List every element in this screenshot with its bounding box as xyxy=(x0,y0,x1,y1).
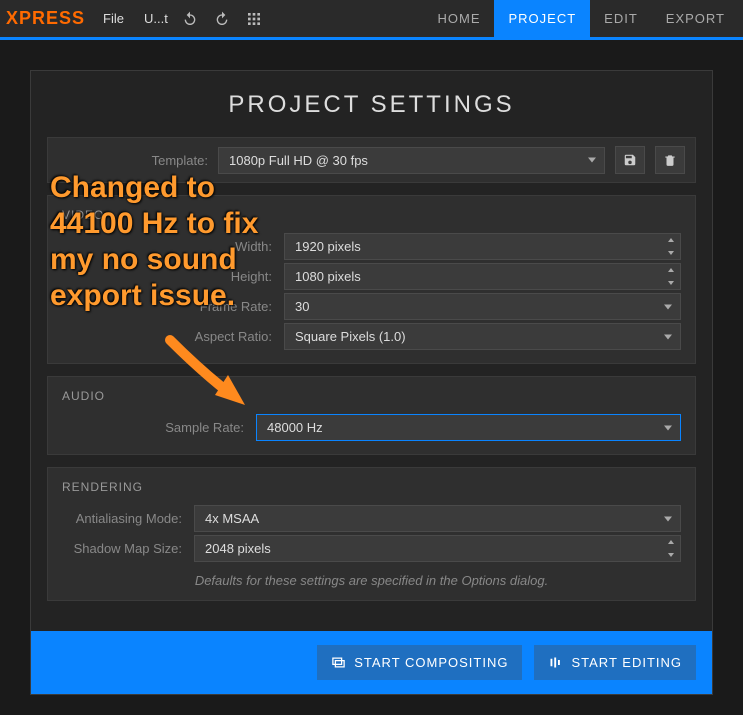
start-compositing-button[interactable]: START COMPOSITING xyxy=(317,645,522,680)
editing-icon xyxy=(548,655,563,670)
height-row: Height: 1080 pixels xyxy=(62,263,681,290)
aspect-select[interactable]: Square Pixels (1.0) xyxy=(284,323,681,350)
rendering-section: RENDERING Antialiasing Mode: 4x MSAA Sha… xyxy=(47,467,696,601)
sample-rate-select[interactable]: 48000 Hz xyxy=(256,414,681,441)
file-menu[interactable]: File xyxy=(95,7,132,30)
template-select[interactable]: 1080p Full HD @ 30 fps xyxy=(218,147,605,174)
tab-edit[interactable]: EDIT xyxy=(590,0,652,37)
grid-button[interactable] xyxy=(240,5,268,33)
shadow-input[interactable]: 2048 pixels xyxy=(194,535,681,562)
aa-row: Antialiasing Mode: 4x MSAA xyxy=(62,505,681,532)
grid-icon xyxy=(246,11,262,27)
fps-label: Frame Rate: xyxy=(62,299,272,314)
undo-icon xyxy=(182,11,198,27)
audio-section: AUDIO Sample Rate: 48000 Hz xyxy=(47,376,696,455)
save-label: U...t xyxy=(144,11,168,26)
tab-export[interactable]: EXPORT xyxy=(652,0,739,37)
chevron-down-icon xyxy=(664,425,672,430)
undo-button[interactable] xyxy=(176,5,204,33)
aspect-label: Aspect Ratio: xyxy=(62,329,272,344)
shadow-row: Shadow Map Size: 2048 pixels xyxy=(62,535,681,562)
sample-rate-label: Sample Rate: xyxy=(62,420,244,435)
brand-logo: XPRESS xyxy=(4,8,85,29)
aa-select[interactable]: 4x MSAA xyxy=(194,505,681,532)
tab-home[interactable]: HOME xyxy=(423,0,494,37)
redo-button[interactable] xyxy=(208,5,236,33)
delete-template-button[interactable] xyxy=(655,146,685,174)
template-value: 1080p Full HD @ 30 fps xyxy=(229,153,368,168)
trash-icon xyxy=(663,153,677,167)
video-head: VIDEO xyxy=(48,196,695,230)
chevron-down-icon xyxy=(664,334,672,339)
chevron-down-icon xyxy=(664,304,672,309)
chevron-down-icon xyxy=(664,516,672,521)
width-label: Width: xyxy=(62,239,272,254)
aspect-row: Aspect Ratio: Square Pixels (1.0) xyxy=(62,323,681,350)
height-label: Height: xyxy=(62,269,272,284)
save-menu[interactable]: U...t xyxy=(134,7,174,30)
height-input[interactable]: 1080 pixels xyxy=(284,263,681,290)
shadow-label: Shadow Map Size: xyxy=(62,541,182,556)
width-row: Width: 1920 pixels xyxy=(62,233,681,260)
chevron-down-icon xyxy=(588,158,596,163)
sample-rate-row: Sample Rate: 48000 Hz xyxy=(62,414,681,441)
footer-bar: START COMPOSITING START EDITING xyxy=(31,631,712,694)
template-row: Template: 1080p Full HD @ 30 fps xyxy=(47,137,696,183)
video-section: VIDEO Width: 1920 pixels Height: 1080 pi… xyxy=(47,195,696,364)
project-settings-panel: PROJECT SETTINGS Template: 1080p Full HD… xyxy=(30,70,713,695)
fps-select[interactable]: 30 xyxy=(284,293,681,320)
page-title: PROJECT SETTINGS xyxy=(31,71,712,137)
start-editing-button[interactable]: START EDITING xyxy=(534,645,696,680)
save-icon xyxy=(623,153,637,167)
fps-row: Frame Rate: 30 xyxy=(62,293,681,320)
defaults-note: Defaults for these settings are specifie… xyxy=(48,565,695,590)
redo-icon xyxy=(214,11,230,27)
aa-label: Antialiasing Mode: xyxy=(62,511,182,526)
tab-project[interactable]: PROJECT xyxy=(494,0,590,37)
audio-head: AUDIO xyxy=(48,377,695,411)
compositing-icon xyxy=(331,655,346,670)
width-input[interactable]: 1920 pixels xyxy=(284,233,681,260)
rendering-head: RENDERING xyxy=(48,468,695,502)
top-bar: XPRESS File U...t HOME PROJECT EDIT EXPO… xyxy=(0,0,743,40)
nav-tabs: HOME PROJECT EDIT EXPORT xyxy=(423,0,739,37)
save-template-button[interactable] xyxy=(615,146,645,174)
template-label: Template: xyxy=(58,153,208,168)
